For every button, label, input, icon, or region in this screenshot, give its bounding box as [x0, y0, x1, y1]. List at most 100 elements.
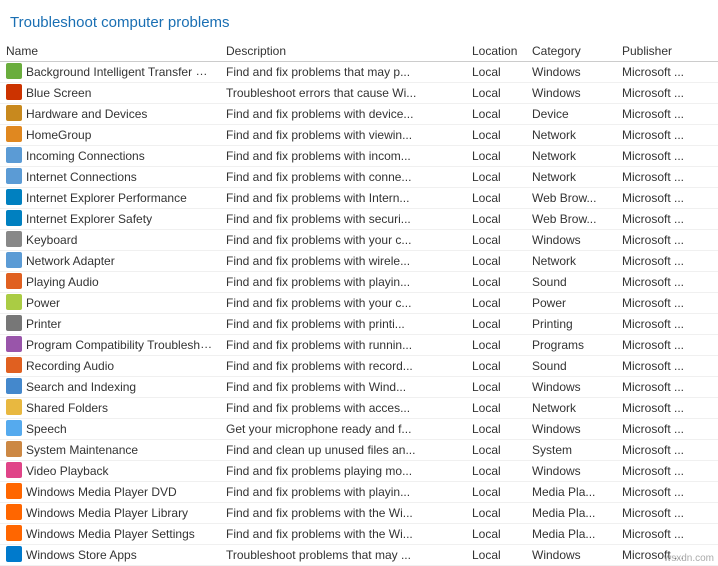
row-name: Internet Explorer Safety [26, 212, 152, 226]
ie-icon [6, 189, 22, 205]
row-publisher: Microsoft ... [616, 440, 718, 461]
row-publisher: Microsoft ... [616, 335, 718, 356]
row-description: Find and fix problems with viewin... [220, 125, 466, 146]
row-description: Find and fix problems with conne... [220, 167, 466, 188]
row-name: Program Compatibility Troubleshooter [26, 337, 220, 352]
row-publisher: Microsoft ... [616, 398, 718, 419]
table-row[interactable]: Internet Explorer PerformanceFind and fi… [0, 188, 718, 209]
row-description: Find and fix problems with the Wi... [220, 524, 466, 545]
row-location: Local [466, 83, 526, 104]
row-publisher: Microsoft ... [616, 188, 718, 209]
row-location: Local [466, 62, 526, 83]
table-row[interactable]: Windows Media Player DVDFind and fix pro… [0, 482, 718, 503]
row-description: Find and fix problems with record... [220, 356, 466, 377]
table-row[interactable]: KeyboardFind and fix problems with your … [0, 230, 718, 251]
col-header-category[interactable]: Category [526, 41, 616, 62]
table-row[interactable]: System MaintenanceFind and clean up unus… [0, 440, 718, 461]
table-row[interactable]: PowerFind and fix problems with your c..… [0, 293, 718, 314]
row-category: Network [526, 125, 616, 146]
row-name: Playing Audio [26, 275, 99, 289]
row-description: Find and fix problems with incom... [220, 146, 466, 167]
col-header-name[interactable]: Name [0, 41, 220, 62]
table-row[interactable]: Background Intelligent Transfer ServiceF… [0, 62, 718, 83]
table-row[interactable]: Search and IndexingFind and fix problems… [0, 377, 718, 398]
watermark: wsxdn.com [664, 553, 714, 564]
row-name: Blue Screen [26, 86, 91, 100]
search-icon [6, 378, 22, 394]
folder-icon [6, 399, 22, 415]
table-row[interactable]: Blue Screen Troubleshoot errors that caus… [0, 83, 718, 104]
col-header-location[interactable]: Location [466, 41, 526, 62]
row-location: Local [466, 503, 526, 524]
row-publisher: Microsoft ... [616, 503, 718, 524]
col-header-publisher[interactable]: Publisher [616, 41, 718, 62]
table-row[interactable]: Internet Explorer Safety Find and fix pro… [0, 209, 718, 230]
table-row[interactable]: Windows Media Player LibraryFind and fix… [0, 503, 718, 524]
table-wrapper: Name Description Location Category Publi… [0, 41, 718, 566]
row-name: Keyboard [26, 233, 77, 247]
table-row[interactable]: Playing AudioFind and fix problems with … [0, 272, 718, 293]
row-category: System [526, 440, 616, 461]
table-row[interactable]: Video PlaybackFind and fix problems play… [0, 461, 718, 482]
net-icon [6, 147, 22, 163]
row-description: Find and fix problems with playin... [220, 482, 466, 503]
row-location: Local [466, 293, 526, 314]
home-icon [6, 126, 22, 142]
row-category: Web Brow... [526, 188, 616, 209]
table-row[interactable]: Network AdapterFind and fix problems wit… [0, 251, 718, 272]
row-category: Web Brow... [526, 209, 616, 230]
row-location: Local [466, 482, 526, 503]
row-description: Find and fix problems with printi... [220, 314, 466, 335]
store-icon [6, 546, 22, 562]
row-publisher: Microsoft ... [616, 251, 718, 272]
row-description: Find and fix problems with your c... [220, 293, 466, 314]
row-category: Media Pla... [526, 503, 616, 524]
row-location: Local [466, 398, 526, 419]
row-location: Local [466, 377, 526, 398]
bits-icon [6, 63, 22, 79]
table-row[interactable]: Hardware and DevicesFind and fix problem… [0, 104, 718, 125]
row-description: Find and fix problems with securi... [220, 209, 466, 230]
row-name: Incoming Connections [26, 149, 145, 163]
row-location: Local [466, 146, 526, 167]
ie-icon [6, 210, 22, 226]
table-row[interactable]: Recording AudioFind and fix problems wit… [0, 356, 718, 377]
row-description: Troubleshoot problems that may ... [220, 545, 466, 566]
wmp-icon [6, 504, 22, 520]
row-publisher: Microsoft ... [616, 104, 718, 125]
row-name: Windows Store Apps [26, 548, 137, 562]
shield-icon [6, 84, 22, 100]
row-publisher: Microsoft ... [616, 272, 718, 293]
table-row[interactable]: Printer Find and fix problems with printi… [0, 314, 718, 335]
table-row[interactable]: Windows Store Apps Troubleshoot problems … [0, 545, 718, 566]
table-header-row: Name Description Location Category Publi… [0, 41, 718, 62]
table-row[interactable]: Windows Media Player SettingsFind and fi… [0, 524, 718, 545]
row-name: Background Intelligent Transfer Service [26, 64, 220, 79]
row-category: Device [526, 104, 616, 125]
row-category: Windows [526, 230, 616, 251]
row-name: Internet Explorer Performance [26, 191, 187, 205]
row-category: Media Pla... [526, 524, 616, 545]
row-location: Local [466, 209, 526, 230]
table-row[interactable]: Shared FoldersFind and fix problems with… [0, 398, 718, 419]
table-row[interactable]: Program Compatibility TroubleshooterFind… [0, 335, 718, 356]
row-name: Printer [26, 317, 61, 331]
sys-icon [6, 441, 22, 457]
row-description: Troubleshoot errors that cause Wi... [220, 83, 466, 104]
video-icon [6, 462, 22, 478]
table-row[interactable]: HomeGroupFind and fix problems with view… [0, 125, 718, 146]
row-description: Find and fix problems with the Wi... [220, 503, 466, 524]
row-location: Local [466, 524, 526, 545]
col-header-description[interactable]: Description [220, 41, 466, 62]
table-row[interactable]: Incoming Connections Find and fix problem… [0, 146, 718, 167]
table-row[interactable]: SpeechGet your microphone ready and f...… [0, 419, 718, 440]
row-description: Find and fix problems with Wind... [220, 377, 466, 398]
row-publisher: Microsoft ... [616, 62, 718, 83]
row-category: Sound [526, 356, 616, 377]
row-publisher: Microsoft ... [616, 83, 718, 104]
row-description: Find and fix problems with acces... [220, 398, 466, 419]
table-row[interactable]: Internet ConnectionsFind and fix problem… [0, 167, 718, 188]
row-description: Find and fix problems with wirele... [220, 251, 466, 272]
row-publisher: Microsoft ... [616, 377, 718, 398]
power-icon [6, 294, 22, 310]
